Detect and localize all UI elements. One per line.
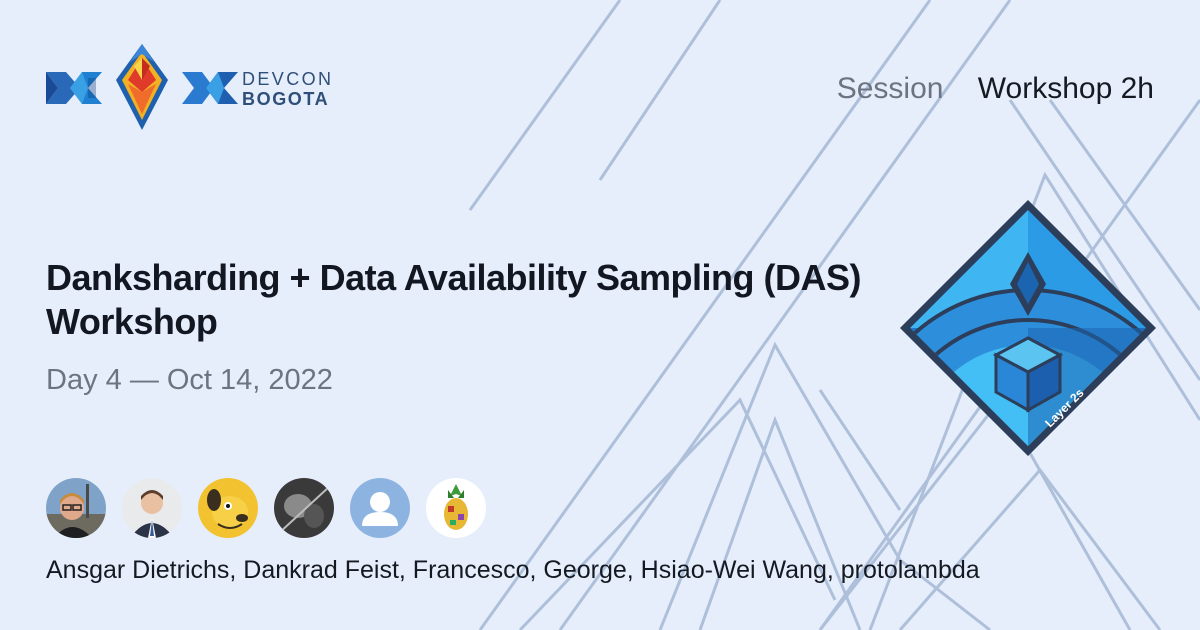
avatar-francesco bbox=[198, 478, 258, 538]
avatar-protolambda bbox=[426, 478, 486, 538]
default-user-icon bbox=[350, 478, 410, 538]
devcon-wordmark: DEVCON BOGOTA bbox=[242, 69, 333, 109]
speaker-names: Ansgar Dietrichs, Dankrad Feist, Frances… bbox=[46, 556, 980, 584]
avatar-george bbox=[274, 478, 334, 538]
avatar-dankrad-feist bbox=[122, 478, 182, 538]
avatar-hsiao-wei-wang bbox=[350, 478, 410, 538]
logo-line-devcon: DEVCON bbox=[242, 69, 334, 89]
session-type-value: Workshop 2h bbox=[977, 72, 1154, 105]
session-label: Session bbox=[836, 72, 944, 105]
logo-line-bogota: BOGOTA bbox=[242, 89, 330, 109]
layer-2s-badge-icon: Layer 2s bbox=[900, 200, 1156, 456]
session-type: Session Workshop 2h bbox=[837, 72, 1154, 106]
speaker-avatars bbox=[46, 478, 502, 538]
page-title: Danksharding + Data Availability Samplin… bbox=[46, 257, 862, 342]
session-date: Day 4 — Oct 14, 2022 bbox=[46, 364, 333, 396]
avatar-ansgar-dietrichs bbox=[46, 478, 106, 538]
